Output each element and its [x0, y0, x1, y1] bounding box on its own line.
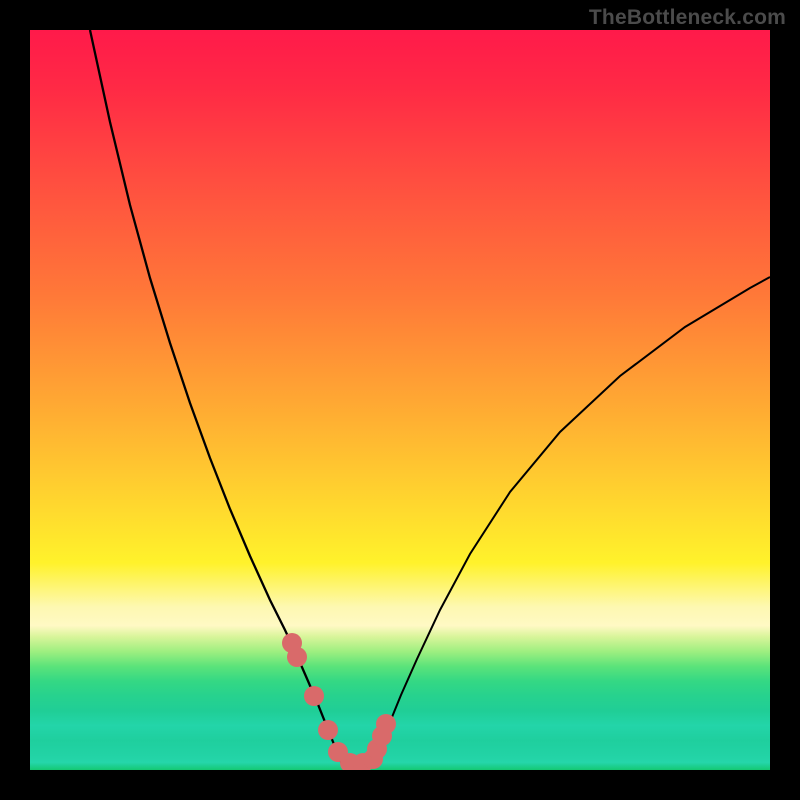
watermark-text: TheBottleneck.com: [589, 6, 786, 30]
bottleneck-markers: [282, 633, 396, 770]
bottleneck-marker: [304, 686, 324, 706]
bottleneck-marker: [287, 647, 307, 667]
bottleneck-curve-right: [373, 277, 770, 764]
chart-frame: [30, 30, 770, 770]
curve-layer: [30, 30, 770, 770]
bottleneck-marker: [376, 714, 396, 734]
bottleneck-marker: [318, 720, 338, 740]
